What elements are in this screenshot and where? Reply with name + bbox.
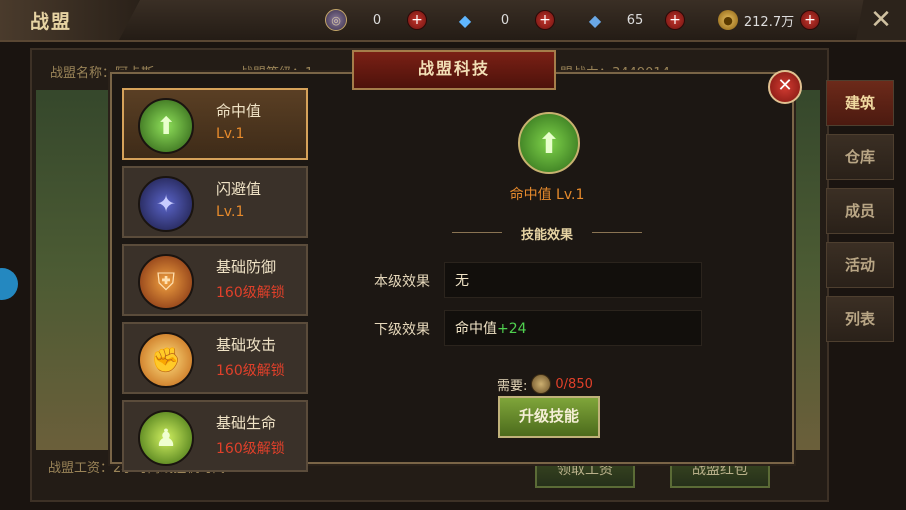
landscape-image bbox=[36, 90, 116, 450]
side-float-icon[interactable] bbox=[0, 268, 18, 300]
skill-item-defense[interactable]: ⛨ 基础防御 160级解锁 bbox=[122, 244, 308, 316]
need-cost: 0/850 bbox=[555, 376, 593, 392]
tab-members[interactable]: 成员 bbox=[826, 188, 894, 234]
skill-name: 闪避值 bbox=[216, 180, 262, 198]
add-crystal-button[interactable]: + bbox=[665, 10, 685, 30]
resource-gem: ◆ 0 + bbox=[455, 9, 555, 31]
top-bar: 战盟 ◎ 0 + ◆ 0 + ◆ 65 + ● 212.7万 + ✕ bbox=[0, 0, 906, 42]
add-medal-button[interactable]: + bbox=[407, 10, 427, 30]
gold-coin-icon: ● bbox=[718, 10, 738, 30]
skill-level: Lv.1 bbox=[216, 126, 245, 142]
fist-icon: ✊ bbox=[138, 332, 194, 388]
resource-value: 0 bbox=[372, 12, 382, 28]
skill-unlock-level: 160级解锁 bbox=[216, 441, 285, 457]
skill-list: ⬆ 命中值 Lv.1 ✦ 闪避值 Lv.1 ⛨ 基础防御 160级解锁 ✊ 基础… bbox=[122, 88, 308, 478]
skill-unlock-level: 160级解锁 bbox=[216, 285, 285, 301]
skill-item-hit[interactable]: ⬆ 命中值 Lv.1 bbox=[122, 88, 308, 160]
tab-warehouse[interactable]: 仓库 bbox=[826, 134, 894, 180]
skill-name: 基础防御 bbox=[216, 258, 277, 276]
tab-list[interactable]: 列表 bbox=[826, 296, 894, 342]
resource-value: 212.7万 bbox=[743, 14, 795, 30]
page-title: 战盟 bbox=[30, 11, 73, 33]
alliance-medal-icon: ◎ bbox=[325, 9, 347, 31]
next-effect-bonus: +24 bbox=[497, 321, 527, 337]
tech-dialog: 战盟科技 ✕ ⬆ 命中值 Lv.1 ✦ 闪避值 Lv.1 ⛨ 基础防御 160级… bbox=[110, 50, 802, 472]
detail-arrow-up-icon: ⬆ bbox=[518, 112, 580, 174]
resource-medal: ◎ 0 + bbox=[325, 9, 427, 31]
next-effect-label: 下级效果 bbox=[374, 322, 430, 338]
evade-icon: ✦ bbox=[138, 176, 194, 232]
current-effect-value: 无 bbox=[455, 273, 469, 289]
skill-unlock-level: 160级解锁 bbox=[216, 363, 285, 379]
tab-activities[interactable]: 活动 bbox=[826, 242, 894, 288]
blue-gem-icon: ◆ bbox=[458, 10, 472, 30]
dialog-title: 战盟科技 bbox=[352, 50, 556, 90]
tab-building[interactable]: 建筑 bbox=[826, 80, 894, 126]
skill-item-life[interactable]: ♟ 基础生命 160级解锁 bbox=[122, 400, 308, 472]
detail-skill-title: 命中值 Lv.1 bbox=[492, 184, 602, 204]
skill-name: 基础生命 bbox=[216, 414, 277, 432]
body-icon: ♟ bbox=[138, 410, 194, 466]
resource-value: 65 bbox=[626, 12, 644, 28]
next-effect-box: 命中值+24 bbox=[444, 310, 702, 346]
alliance-medal-icon bbox=[531, 374, 552, 394]
shield-icon: ⛨ bbox=[138, 254, 194, 310]
effect-title: 技能效果 bbox=[452, 224, 642, 243]
skill-level: Lv.1 bbox=[216, 204, 245, 220]
resource-value: 0 bbox=[500, 12, 510, 28]
detail-skill-name: 命中值 bbox=[509, 187, 552, 203]
current-effect-box: 无 bbox=[444, 262, 702, 298]
dialog-close-button[interactable]: ✕ bbox=[768, 70, 802, 104]
next-effect-value: 命中值 bbox=[455, 321, 497, 337]
upgrade-skill-button[interactable]: 升级技能 bbox=[498, 396, 600, 438]
skill-item-attack[interactable]: ✊ 基础攻击 160级解锁 bbox=[122, 322, 308, 394]
side-tabs: 建筑 仓库 成员 活动 列表 bbox=[826, 80, 896, 350]
resource-gold: ● 212.7万 + bbox=[718, 9, 820, 31]
skill-item-evade[interactable]: ✦ 闪避值 Lv.1 bbox=[122, 166, 308, 238]
landscape-image-right bbox=[795, 90, 820, 450]
add-gold-button[interactable]: + bbox=[800, 10, 820, 30]
add-gem-button[interactable]: + bbox=[535, 10, 555, 30]
current-effect-label: 本级效果 bbox=[374, 274, 430, 290]
detail-skill-level: Lv.1 bbox=[556, 187, 585, 203]
skill-name: 基础攻击 bbox=[216, 336, 277, 354]
blue-crystal-icon: ◆ bbox=[588, 10, 602, 30]
requirement: 需要: 0/850 bbox=[497, 374, 593, 394]
need-label: 需要: bbox=[497, 378, 528, 394]
arrow-up-icon: ⬆ bbox=[138, 98, 194, 154]
resource-crystal: ◆ 65 + bbox=[585, 9, 685, 31]
skill-name: 命中值 bbox=[216, 102, 262, 120]
close-icon[interactable]: ✕ bbox=[856, 0, 906, 40]
